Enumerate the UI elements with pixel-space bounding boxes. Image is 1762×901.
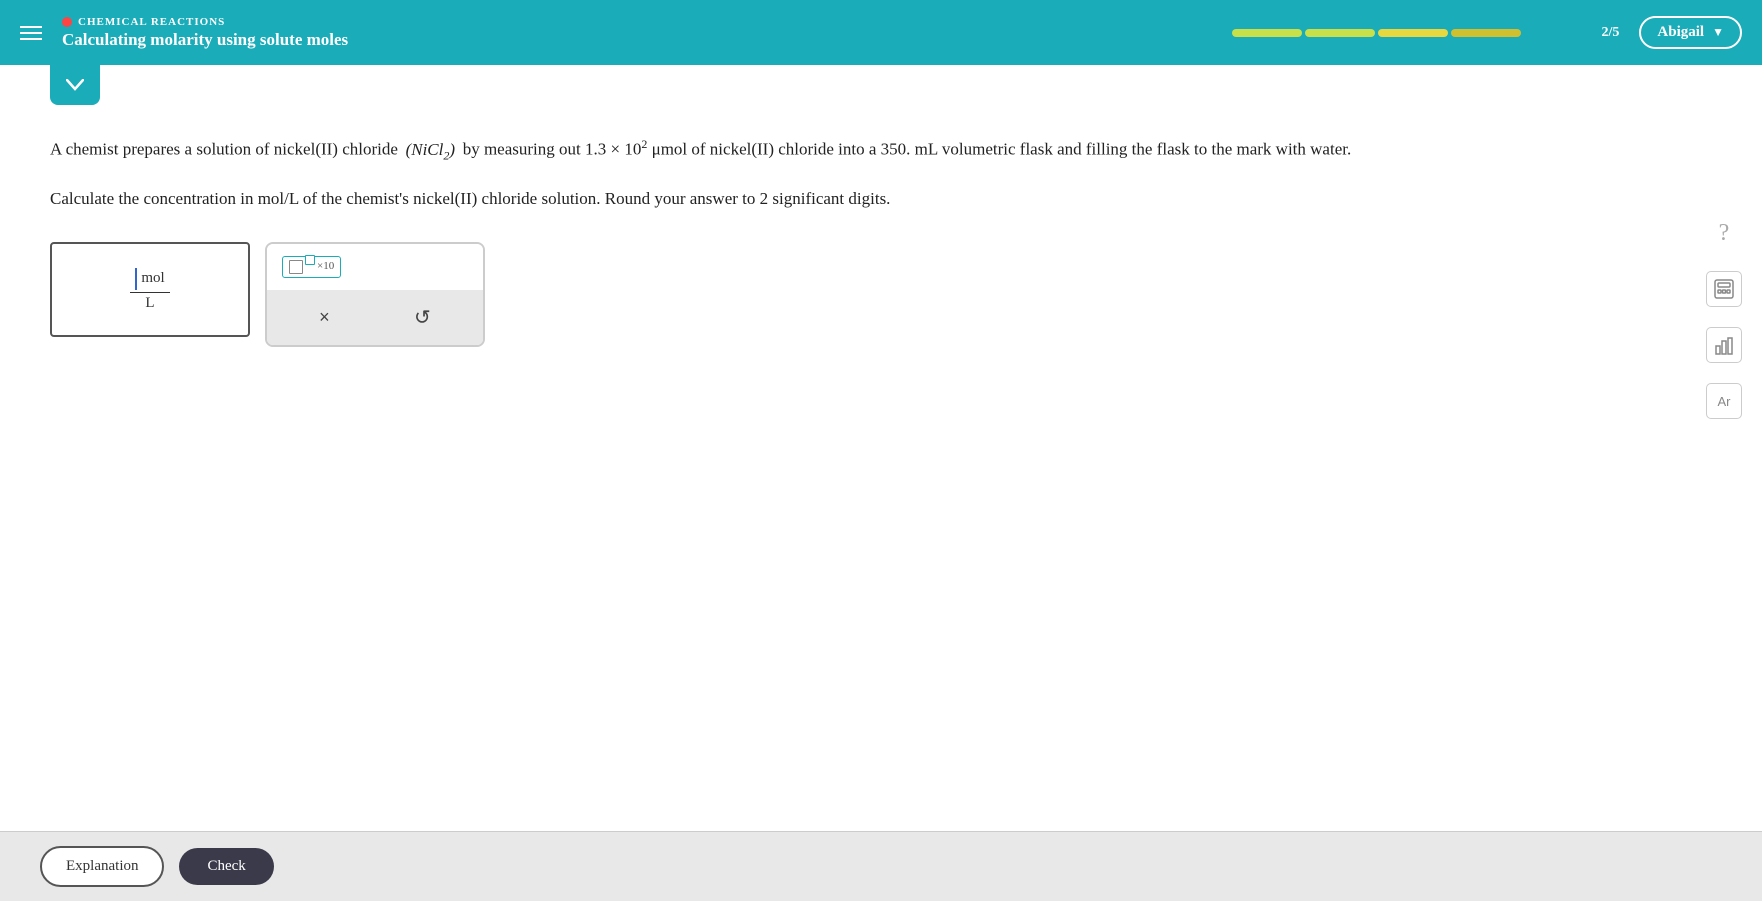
- progress-bar: [1232, 29, 1594, 37]
- user-badge[interactable]: Abigail ▼: [1639, 16, 1742, 49]
- sci-notation-button[interactable]: ×10: [282, 256, 341, 278]
- calculator-icon: [1713, 278, 1735, 300]
- chart-button[interactable]: [1706, 327, 1742, 363]
- problem-text: A chemist prepares a solution of nickel(…: [50, 135, 1712, 165]
- question-text: Calculate the concentration in mol/L of …: [50, 185, 1712, 212]
- header-subject: CHEMICAL REACTIONS: [62, 16, 348, 28]
- segment-1: [1232, 29, 1302, 37]
- fraction-display: mol L: [130, 268, 170, 312]
- chevron-down-icon: ▼: [1712, 25, 1724, 40]
- calculator-button[interactable]: [1706, 271, 1742, 307]
- header-title-block: CHEMICAL REACTIONS Calculating molarity …: [62, 16, 348, 50]
- sci-x10-label: ×10: [317, 260, 334, 272]
- input-panel-top: ×10: [267, 244, 483, 290]
- header-lesson: Calculating molarity using solute moles: [62, 30, 348, 50]
- input-panel: ×10 × ↺: [265, 242, 485, 347]
- header: CHEMICAL REACTIONS Calculating molarity …: [0, 0, 1762, 65]
- right-sidebar: ? Ar: [1706, 215, 1742, 419]
- progress-count: 2/5: [1602, 25, 1620, 41]
- fraction-input-box[interactable]: mol L: [50, 242, 250, 337]
- periodic-table-button[interactable]: Ar: [1706, 383, 1742, 419]
- segment-2: [1305, 29, 1375, 37]
- menu-button[interactable]: [20, 26, 42, 40]
- cursor: [135, 268, 137, 290]
- check-button[interactable]: Check: [179, 848, 273, 885]
- progress-bar-container: 2/5: [1232, 25, 1620, 41]
- explanation-button[interactable]: Explanation: [40, 846, 164, 887]
- chevron-down-icon: [66, 79, 84, 91]
- clear-button[interactable]: ×: [309, 302, 340, 333]
- main-content: A chemist prepares a solution of nickel(…: [0, 65, 1762, 831]
- fraction-numerator: mol: [141, 270, 164, 287]
- answer-area: mol L ×10 ×: [50, 242, 1712, 347]
- chart-icon: [1713, 334, 1735, 356]
- fraction-line: [130, 292, 170, 293]
- user-name: Abigail: [1657, 24, 1704, 41]
- sci-box-main: [289, 260, 303, 274]
- fraction-denominator: L: [145, 295, 154, 312]
- reset-button[interactable]: ↺: [404, 300, 441, 335]
- sci-box-small: [305, 255, 315, 265]
- segment-3: [1378, 29, 1448, 37]
- subject-dot: [62, 17, 72, 27]
- footer: Explanation Check: [0, 831, 1762, 901]
- header-right: 2/5 Abigail ▼: [1232, 16, 1742, 49]
- segment-5: [1524, 29, 1594, 37]
- help-button[interactable]: ?: [1706, 215, 1742, 251]
- toggle-button[interactable]: [50, 65, 100, 105]
- input-panel-bottom: × ↺: [267, 290, 483, 345]
- segment-4: [1451, 29, 1521, 37]
